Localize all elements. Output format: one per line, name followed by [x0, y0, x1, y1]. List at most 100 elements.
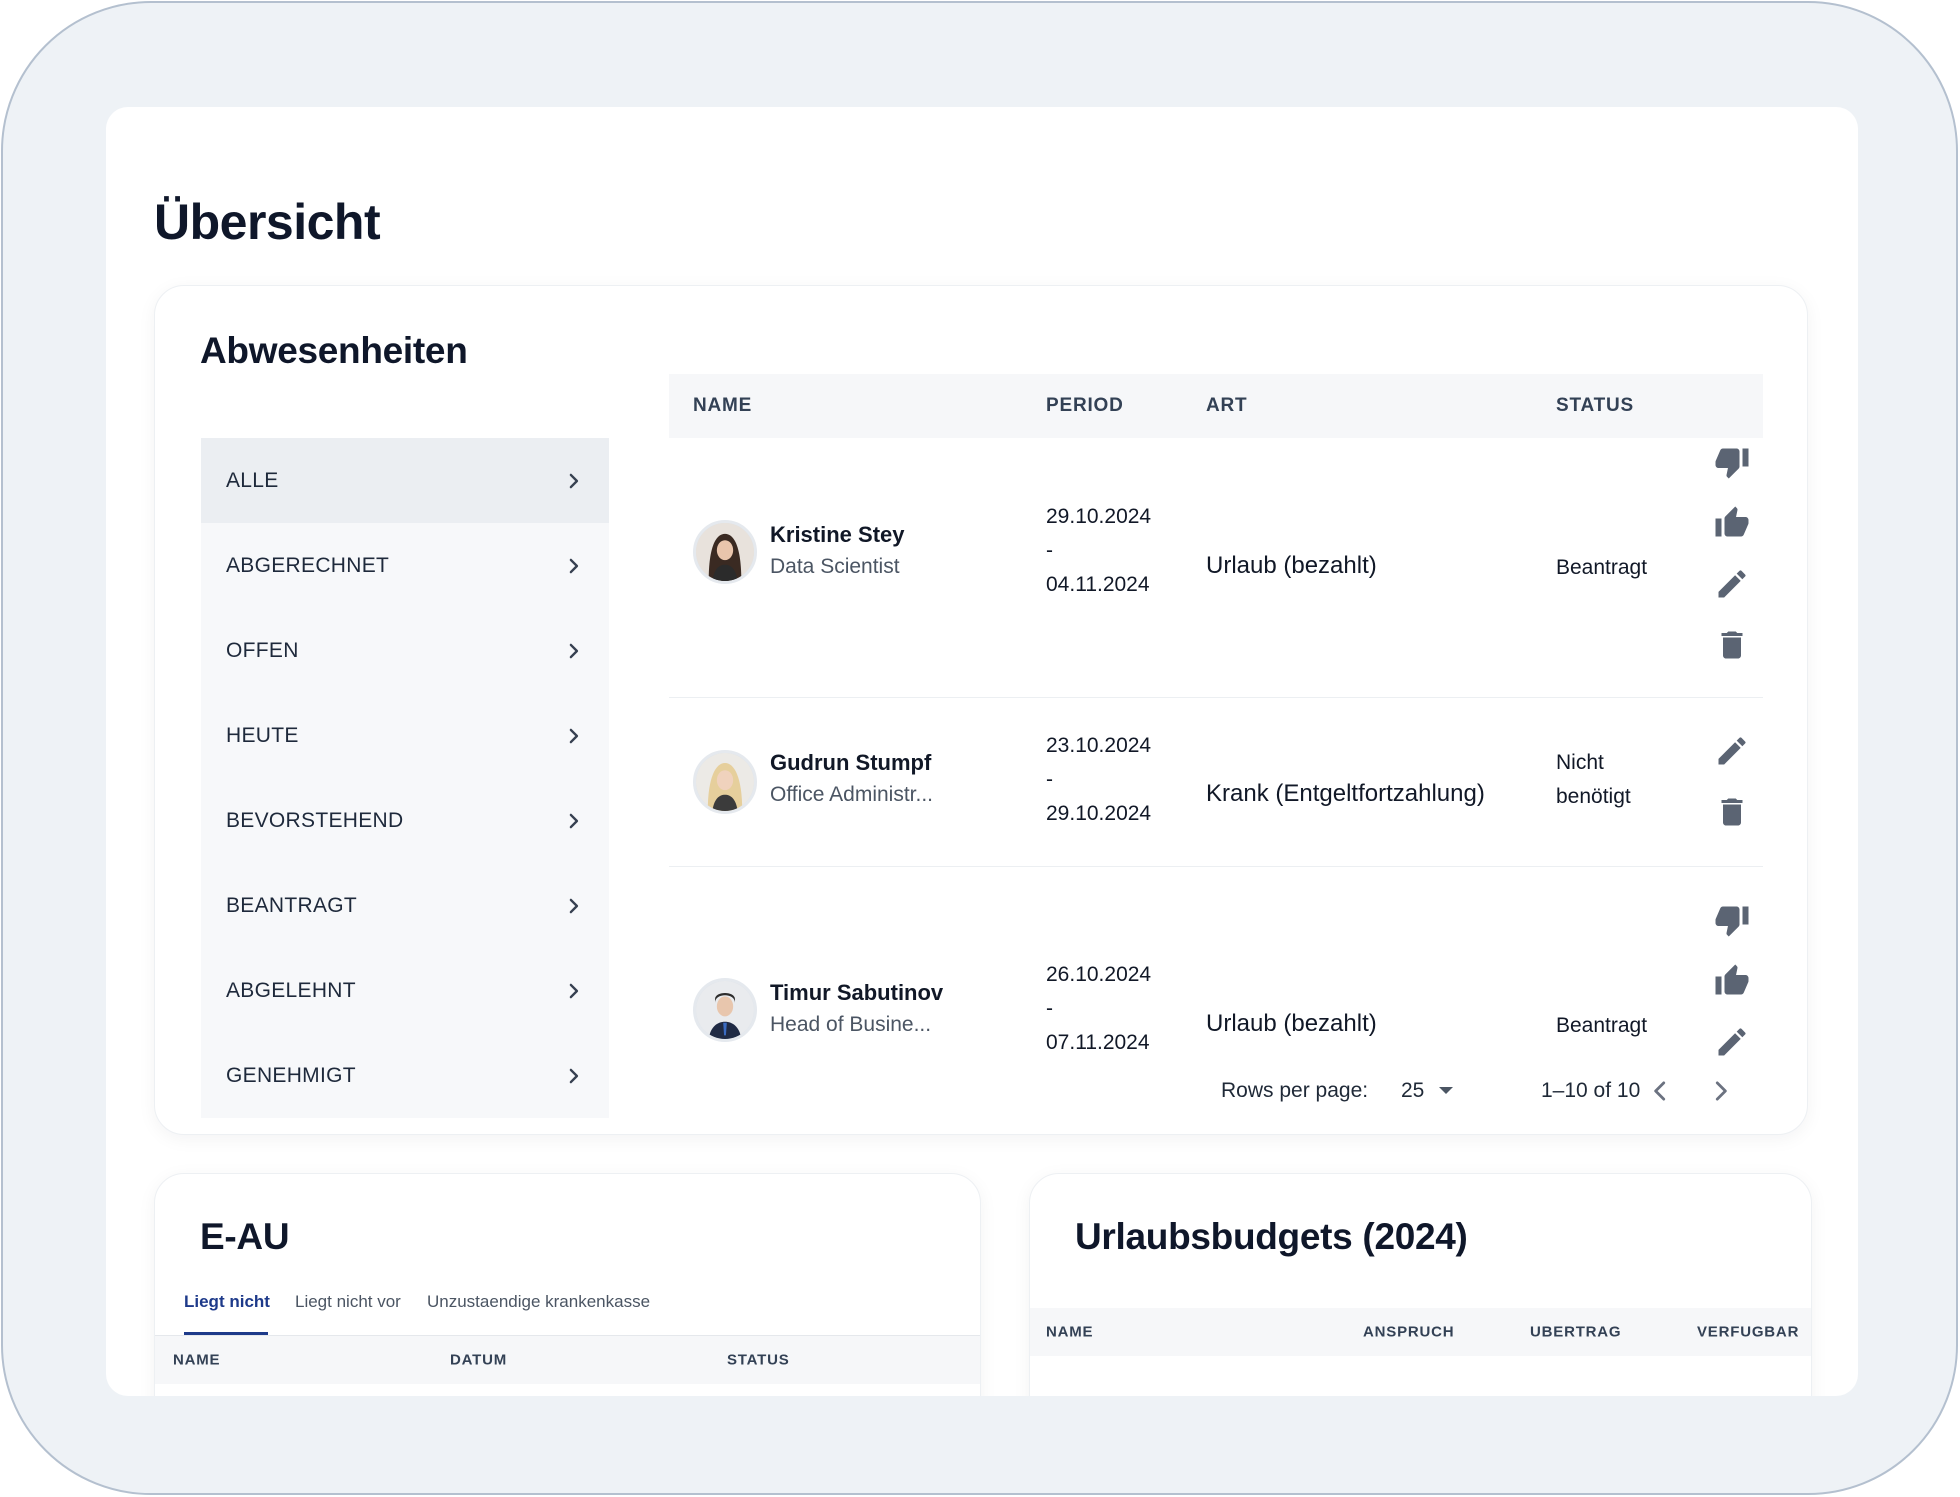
delete-button[interactable] — [1712, 792, 1752, 832]
filter-label: ABGERECHNET — [226, 553, 390, 577]
filter-label: HEUTE — [226, 723, 299, 747]
tab-liegt-nicht-vor[interactable]: Liegt nicht vor — [295, 1292, 401, 1312]
chevron-right-icon — [569, 643, 579, 658]
absence-type: Urlaub (bezahlt) — [1206, 1010, 1377, 1037]
period-end: 04.11.2024 — [1046, 573, 1150, 596]
person-role: Head of Busine... — [770, 1013, 932, 1036]
reject-button[interactable] — [1712, 900, 1752, 940]
person-photo-icon — [696, 523, 754, 581]
eau-tabs: Liegt nicht Liegt nicht vor Unzustaendig… — [155, 1292, 980, 1336]
filter-item-heute[interactable]: HEUTE — [201, 693, 609, 778]
thumb-down-icon — [1715, 906, 1749, 937]
eau-card: E-AU Liegt nicht Liegt nicht vor Unzusta… — [154, 1173, 981, 1396]
thumb-up-icon — [1715, 506, 1749, 537]
column-header-status[interactable]: STATUS — [1556, 395, 1634, 417]
rows-per-page-select[interactable]: 25 — [1401, 1079, 1454, 1103]
avatar — [693, 520, 757, 584]
edit-button[interactable] — [1712, 1022, 1752, 1062]
reject-button[interactable] — [1712, 442, 1752, 482]
person-photo-icon — [696, 981, 754, 1039]
filter-label: OFFEN — [226, 638, 299, 662]
filter-label: BEVORSTEHEND — [226, 808, 404, 832]
column-header-uebertrag[interactable]: UBERTRAG — [1530, 1324, 1621, 1341]
column-header-status[interactable]: STATUS — [727, 1352, 790, 1369]
period-separator: - — [1046, 997, 1053, 1020]
chevron-right-icon — [569, 473, 579, 488]
filter-item-bevorstehend[interactable]: BEVORSTEHEND — [201, 778, 609, 863]
status-line: benötigt — [1556, 785, 1631, 808]
chevron-right-icon — [569, 813, 579, 828]
column-header-anspruch[interactable]: ANSPRUCH — [1363, 1324, 1454, 1341]
delete-button[interactable] — [1712, 625, 1752, 665]
absence-type: Krank (Entgeltfortzahlung) — [1206, 780, 1485, 807]
person-role: Data Scientist — [770, 555, 900, 578]
status-text: Nicht benötigt — [1556, 746, 1631, 814]
period: 29.10.2024 - 04.11.2024 — [1046, 500, 1151, 602]
person-photo-icon — [696, 753, 754, 811]
person-role: Office Administr... — [770, 783, 934, 806]
column-header-datum[interactable]: DATUM — [450, 1352, 507, 1369]
avatar — [693, 750, 757, 814]
chevron-right-icon — [569, 728, 579, 743]
page-range: 1–10 of 10 — [1541, 1079, 1641, 1102]
delete-icon — [1721, 631, 1743, 659]
filter-item-abgelehnt[interactable]: ABGELEHNT — [201, 948, 609, 1033]
status-text: Beantragt — [1556, 1014, 1648, 1037]
avatar — [693, 978, 757, 1042]
approve-button[interactable] — [1712, 961, 1752, 1001]
eau-table-header: NAME DATUM STATUS — [155, 1336, 980, 1384]
table-row[interactable]: Kristine Stey Data Scientist 29.10.2024 … — [669, 438, 1763, 698]
approve-button[interactable] — [1712, 503, 1752, 543]
caret-down-icon — [1439, 1087, 1454, 1094]
tab-unzustaendige-krankenkasse[interactable]: Unzustaendige krankenkasse — [427, 1292, 650, 1312]
column-header-name[interactable]: NAME — [693, 395, 752, 417]
column-header-period[interactable]: PERIOD — [1046, 395, 1124, 417]
chevron-right-icon — [569, 983, 579, 998]
period-end: 07.11.2024 — [1046, 1031, 1150, 1054]
table-row[interactable]: Timur Sabutinov Head of Busine... 26.10.… — [669, 867, 1763, 1067]
filter-item-offen[interactable]: OFFEN — [201, 608, 609, 693]
next-page-button[interactable] — [1706, 1076, 1736, 1106]
absences-table: NAME PERIOD ART STATUS Kristine Stey Dat… — [669, 374, 1763, 1067]
period: 26.10.2024 - 07.11.2024 — [1046, 958, 1151, 1060]
table-header: NAME PERIOD ART STATUS — [669, 374, 1763, 438]
absences-card: Abwesenheiten ALLE ABGERECHNET OFFEN HEU… — [154, 285, 1808, 1135]
period-separator: - — [1046, 539, 1053, 562]
column-header-art[interactable]: ART — [1206, 395, 1247, 417]
tab-liegt-nicht[interactable]: Liegt nicht — [184, 1292, 270, 1312]
filter-label: ALLE — [226, 468, 279, 492]
period-start: 26.10.2024 — [1046, 963, 1152, 986]
status-line: Nicht — [1556, 751, 1604, 774]
eau-title: E-AU — [200, 1216, 290, 1257]
table-row[interactable]: Gudrun Stumpf Office Administr... 23.10.… — [669, 698, 1763, 867]
filter-item-beantragt[interactable]: BEANTRAGT — [201, 863, 609, 948]
absence-type: Urlaub (bezahlt) — [1206, 552, 1377, 579]
active-tab-indicator — [184, 1332, 268, 1335]
person-name: Gudrun Stumpf — [770, 750, 932, 775]
chevron-right-icon — [569, 898, 579, 913]
filter-item-abgerechnet[interactable]: ABGERECHNET — [201, 523, 609, 608]
period-separator: - — [1046, 768, 1053, 791]
edit-icon — [1718, 1028, 1746, 1056]
rows-per-page-label: Rows per page: — [1221, 1079, 1369, 1102]
edit-button[interactable] — [1712, 564, 1752, 604]
thumb-up-icon — [1715, 964, 1749, 995]
previous-page-button[interactable] — [1645, 1076, 1675, 1106]
edit-button[interactable] — [1712, 731, 1752, 771]
column-header-name[interactable]: NAME — [173, 1352, 220, 1369]
filter-list: ALLE ABGERECHNET OFFEN HEUTE BEVORSTEHEN… — [201, 438, 609, 1118]
edit-icon — [1718, 570, 1746, 598]
period-end: 29.10.2024 — [1046, 802, 1152, 825]
status-text: Beantragt — [1556, 556, 1648, 579]
period-start: 29.10.2024 — [1046, 505, 1152, 528]
page-title: Übersicht — [154, 194, 381, 250]
vacation-budgets-title: Urlaubsbudgets (2024) — [1075, 1216, 1468, 1257]
filter-label: ABGELEHNT — [226, 978, 356, 1002]
filter-label: BEANTRAGT — [226, 893, 358, 917]
vacation-budgets-card: Urlaubsbudgets (2024) NAME ANSPRUCH UBER… — [1029, 1173, 1812, 1396]
vacation-budgets-table-header: NAME ANSPRUCH UBERTRAG VERFUGBAR — [1030, 1308, 1811, 1356]
column-header-verfuegbar[interactable]: VERFUGBAR — [1697, 1324, 1799, 1341]
edit-icon — [1718, 737, 1746, 765]
filter-item-alle[interactable]: ALLE — [201, 438, 609, 523]
column-header-name[interactable]: NAME — [1046, 1324, 1093, 1341]
